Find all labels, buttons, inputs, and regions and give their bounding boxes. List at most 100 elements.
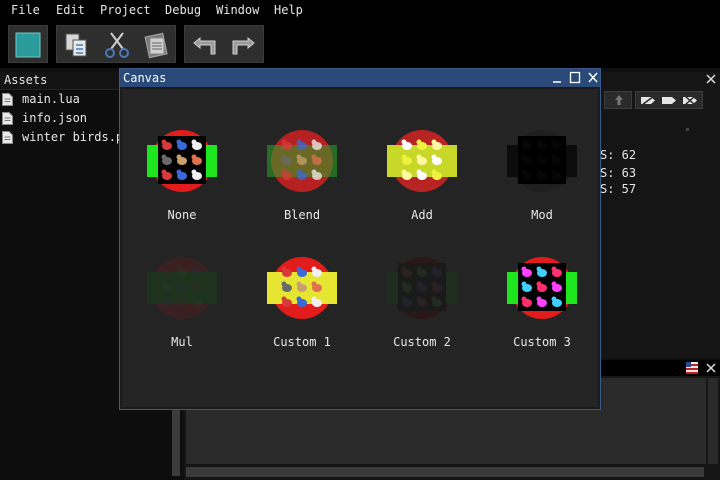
blend-mode-sample: Custom 2 <box>377 255 467 365</box>
menu-debug[interactable]: Debug <box>165 3 201 17</box>
move-up-button[interactable] <box>604 91 632 109</box>
maximize-icon[interactable] <box>569 71 581 84</box>
blend-preview <box>387 257 457 319</box>
bird-head <box>296 281 302 287</box>
blend-mode-sample: Custom 1 <box>257 255 347 365</box>
menu-project[interactable]: Project <box>100 3 151 17</box>
close-icon[interactable] <box>587 71 599 84</box>
blend-mode-sample: Custom 3 <box>497 255 587 365</box>
tag-icon[interactable] <box>661 95 677 106</box>
bird-head <box>401 154 407 160</box>
bird-head <box>161 266 167 272</box>
bird-head <box>521 139 527 145</box>
copy-icon[interactable] <box>63 31 91 59</box>
bird-head <box>536 266 542 272</box>
bird-head <box>176 296 182 302</box>
canvas-body[interactable]: None Blend Add Mod Mul Custom 1 Custom 2 Custom… <box>122 89 598 407</box>
inspector-panel: S: 62 S: 63 S: 57 <box>600 72 720 358</box>
blend-preview <box>267 257 337 319</box>
minimize-icon[interactable] <box>551 71 563 84</box>
bird-head <box>191 266 197 272</box>
output-horizontal-scrollbar[interactable] <box>186 467 704 477</box>
layer-tools <box>635 91 703 109</box>
blend-preview <box>387 130 457 192</box>
blend-mode-label: Custom 1 <box>273 335 331 349</box>
canvas-window: Canvas None Blend Add Mod Mul Custom 1 Custom … <box>119 68 601 410</box>
bird-head <box>311 281 317 287</box>
bird-head <box>311 139 317 145</box>
bird-head <box>191 296 197 302</box>
stat-line: S: 63 <box>600 166 637 180</box>
bird-head <box>296 169 302 175</box>
cut-icon[interactable] <box>103 31 131 59</box>
undo-icon[interactable] <box>191 31 219 59</box>
menu-edit[interactable]: Edit <box>56 3 85 17</box>
blend-preview <box>147 130 217 192</box>
close-icon[interactable] <box>705 72 717 86</box>
delete-icon[interactable] <box>682 95 698 106</box>
canvas-titlebar[interactable]: Canvas <box>120 69 600 87</box>
blend-mode-label: None <box>167 208 197 222</box>
bird-head <box>176 139 182 145</box>
bird-head <box>401 266 407 272</box>
menu-help[interactable]: Help <box>274 3 303 17</box>
stop-icon <box>15 32 41 58</box>
bird-head <box>311 154 317 160</box>
blend-mode-label: Custom 2 <box>393 335 451 349</box>
bird-head <box>551 169 557 175</box>
bird-head <box>161 169 167 175</box>
bird-head <box>311 169 317 175</box>
blend-mode-sample: Add <box>377 128 467 238</box>
bird-head <box>401 281 407 287</box>
separator-dot <box>686 128 689 131</box>
assets-title: Assets <box>4 73 48 87</box>
bird-head <box>551 139 557 145</box>
bird-head <box>431 296 437 302</box>
bird-head <box>521 266 527 272</box>
bird-sprites <box>281 139 322 180</box>
bird-head <box>521 169 527 175</box>
file-icon <box>2 112 13 125</box>
bird-sprites <box>401 266 442 307</box>
close-icon[interactable] <box>705 362 717 374</box>
redo-icon[interactable] <box>229 31 257 59</box>
bird-head <box>311 266 317 272</box>
bird-sprites <box>521 139 562 180</box>
bird-head <box>416 169 422 175</box>
stop-button[interactable] <box>8 25 48 63</box>
bird-head <box>416 139 422 145</box>
bird-head <box>536 139 542 145</box>
bird-head <box>281 296 287 302</box>
menu-window[interactable]: Window <box>216 3 259 17</box>
arrow-up-icon <box>615 95 623 105</box>
bird-head <box>416 266 422 272</box>
canvas-title: Canvas <box>123 71 167 85</box>
asset-file-label: winter birds.p <box>22 130 124 144</box>
blend-mode-label: Add <box>411 208 433 222</box>
output-vertical-scrollbar[interactable] <box>708 378 718 464</box>
bird-head <box>431 281 437 287</box>
blend-mode-sample: None <box>137 128 227 238</box>
paste-icon[interactable] <box>143 31 171 59</box>
blend-preview <box>267 130 337 192</box>
bird-head <box>551 296 557 302</box>
bird-head <box>536 154 542 160</box>
asset-file-label: info.json <box>22 111 88 125</box>
bird-head <box>536 281 542 287</box>
flag-icon[interactable] <box>686 362 698 374</box>
hide-icon[interactable] <box>640 95 656 106</box>
assets-scrollbar[interactable] <box>172 410 180 476</box>
bird-head <box>416 296 422 302</box>
bird-head <box>296 139 302 145</box>
bird-head <box>521 154 527 160</box>
bird-head <box>191 139 197 145</box>
bird-head <box>431 139 437 145</box>
menu-file[interactable]: File <box>11 3 40 17</box>
blend-mode-label: Mul <box>171 335 193 349</box>
blend-mode-sample: Mul <box>137 255 227 365</box>
bird-sprites <box>401 139 442 180</box>
bird-head <box>431 266 437 272</box>
bird-head <box>281 169 287 175</box>
bird-head <box>161 139 167 145</box>
clipboard-group <box>56 25 176 63</box>
